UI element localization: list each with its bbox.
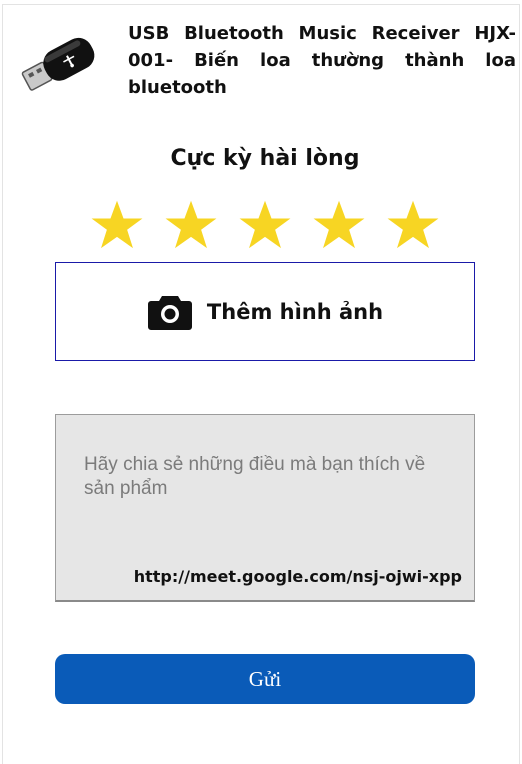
star-1-icon[interactable] [90,198,144,252]
camera-icon [147,295,192,330]
submit-button[interactable]: Gửi [55,654,475,704]
star-2-icon[interactable] [164,198,218,252]
star-3-icon[interactable] [238,198,292,252]
usb-dongle-icon [21,37,95,91]
add-photo-button[interactable]: Thêm hình ảnh [55,262,475,361]
star-4-icon[interactable] [312,198,366,252]
add-photo-label: Thêm hình ảnh [206,299,384,324]
star-rating [90,198,440,254]
star-5-icon[interactable] [386,198,440,252]
review-link-text: http://meet.google.com/nsj-ojwi-xpp [133,567,462,586]
product-title: USB Bluetooth Music Receiver HJX-001- Bi… [128,23,516,98]
review-box: http://meet.google.com/nsj-ojwi-xpp [55,414,475,602]
review-form-panel [2,4,520,764]
rating-label: Cực kỳ hài lòng [170,146,360,171]
